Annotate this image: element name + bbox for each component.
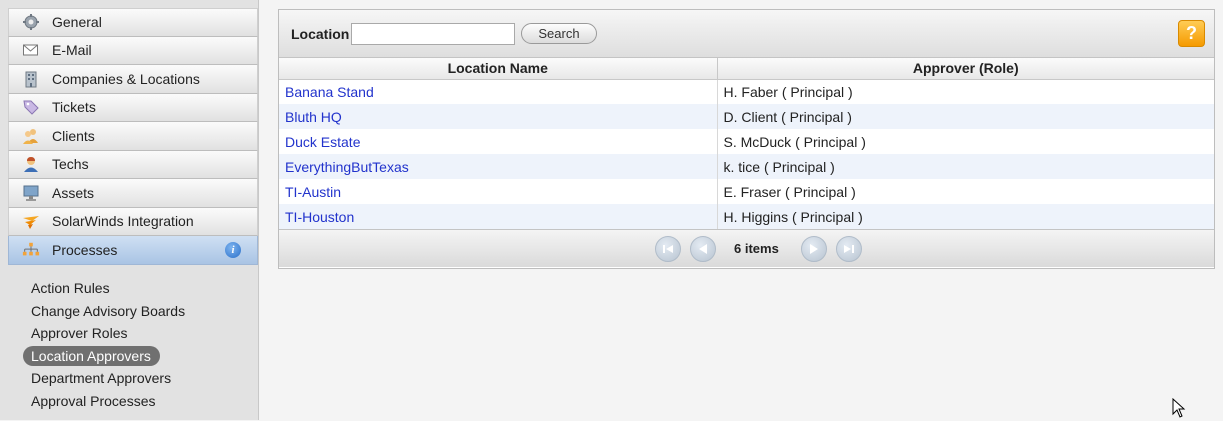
- location-link[interactable]: EverythingButTexas: [285, 159, 409, 175]
- users-icon: [22, 127, 40, 145]
- approver-cell: E. Fraser ( Principal ): [717, 179, 1214, 204]
- subnav-item-action-rules[interactable]: Action Rules: [23, 277, 110, 300]
- location-cell: Duck Estate: [279, 129, 718, 154]
- sidebar-item-label: E-Mail: [52, 42, 92, 59]
- location-cell: TI-Austin: [279, 179, 718, 204]
- tech-user-icon: [22, 155, 40, 173]
- location-approvers-table: Location Name Approver (Role) Banana Sta…: [279, 58, 1214, 229]
- sidebar-item-tickets[interactable]: Tickets: [8, 93, 258, 122]
- table-header-row: Location Name Approver (Role): [279, 58, 1214, 80]
- sidebar-item-label: SolarWinds Integration: [52, 213, 194, 230]
- table-row: Banana Stand H. Faber ( Principal ): [279, 79, 1214, 104]
- item-count: 6 items: [734, 241, 779, 256]
- location-link[interactable]: Bluth HQ: [285, 109, 342, 125]
- sidebar-item-label: Companies & Locations: [52, 70, 200, 87]
- processes-icon: [22, 241, 40, 259]
- previous-page-icon[interactable]: [690, 236, 716, 262]
- approver-cell: H. Faber ( Principal ): [717, 79, 1214, 104]
- location-cell: Bluth HQ: [279, 104, 718, 129]
- sidebar-item-companies-locations[interactable]: Companies & Locations: [8, 65, 258, 94]
- sidebar-item-label: Techs: [52, 156, 89, 173]
- sidebar-item-label: Assets: [52, 184, 95, 201]
- sidebar: General E-Mail Companies & Locations Tic…: [0, 0, 259, 420]
- processes-subnav: Action Rules Change Advisory Boards Appr…: [23, 277, 253, 412]
- location-link[interactable]: TI-Austin: [285, 184, 341, 200]
- first-page-icon[interactable]: [655, 236, 681, 262]
- filter-toolbar: Location Search ?: [279, 10, 1214, 58]
- location-link[interactable]: TI-Houston: [285, 209, 354, 225]
- location-cell: Banana Stand: [279, 79, 718, 104]
- monitor-icon: [22, 184, 40, 202]
- subnav-item-change-advisory-boards[interactable]: Change Advisory Boards: [23, 300, 185, 323]
- sidebar-item-label: Clients: [52, 127, 95, 144]
- sidebar-item-label: General: [52, 14, 102, 31]
- sidebar-item-general[interactable]: General: [8, 8, 258, 37]
- table-row: EverythingButTexas k. tice ( Principal ): [279, 154, 1214, 179]
- mouse-cursor-icon: [1172, 397, 1186, 421]
- pager: 6 items: [279, 229, 1214, 267]
- sidebar-item-clients[interactable]: Clients: [8, 122, 258, 151]
- table-row: TI-Austin E. Fraser ( Principal ): [279, 179, 1214, 204]
- location-filter-label: Location: [291, 26, 350, 42]
- subnav-item-location-approvers[interactable]: Location Approvers: [23, 345, 160, 366]
- table-row: Bluth HQ D. Client ( Principal ): [279, 104, 1214, 129]
- info-icon[interactable]: i: [225, 242, 241, 258]
- building-icon: [22, 70, 40, 88]
- last-page-icon[interactable]: [836, 236, 862, 262]
- solarwinds-icon: [22, 212, 40, 230]
- sidebar-item-techs[interactable]: Techs: [8, 150, 258, 179]
- table-row: Duck Estate S. McDuck ( Principal ): [279, 129, 1214, 154]
- subnav-item-department-approvers[interactable]: Department Approvers: [23, 367, 171, 390]
- sidebar-item-label: Tickets: [52, 99, 96, 116]
- envelope-icon: [22, 41, 40, 59]
- sidebar-item-label: Processes: [52, 241, 118, 258]
- location-link[interactable]: Duck Estate: [285, 134, 360, 150]
- nav-list: General E-Mail Companies & Locations Tic…: [8, 8, 258, 265]
- approver-cell: H. Higgins ( Principal ): [717, 204, 1214, 229]
- sidebar-item-solarwinds[interactable]: SolarWinds Integration: [8, 207, 258, 236]
- approver-cell: k. tice ( Principal ): [717, 154, 1214, 179]
- subnav-item-approval-processes[interactable]: Approval Processes: [23, 390, 156, 413]
- location-cell: EverythingButTexas: [279, 154, 718, 179]
- next-page-icon[interactable]: [801, 236, 827, 262]
- subnav-item-approver-roles[interactable]: Approver Roles: [23, 322, 128, 345]
- table-row: TI-Houston H. Higgins ( Principal ): [279, 204, 1214, 229]
- location-search-input[interactable]: [351, 23, 515, 45]
- approver-cell: S. McDuck ( Principal ): [717, 129, 1214, 154]
- location-approvers-panel: Location Search ? Location Name Approver…: [278, 9, 1215, 269]
- search-button[interactable]: Search: [521, 23, 597, 44]
- column-header-approver-role[interactable]: Approver (Role): [717, 58, 1214, 80]
- sidebar-item-assets[interactable]: Assets: [8, 179, 258, 208]
- column-header-location-name[interactable]: Location Name: [279, 58, 718, 80]
- sidebar-item-email[interactable]: E-Mail: [8, 36, 258, 65]
- gear-icon: [22, 13, 40, 31]
- tag-icon: [22, 98, 40, 116]
- approver-cell: D. Client ( Principal ): [717, 104, 1214, 129]
- help-icon[interactable]: ?: [1178, 20, 1205, 47]
- location-cell: TI-Houston: [279, 204, 718, 229]
- location-link[interactable]: Banana Stand: [285, 84, 374, 100]
- sidebar-item-processes[interactable]: Processes i: [8, 236, 258, 265]
